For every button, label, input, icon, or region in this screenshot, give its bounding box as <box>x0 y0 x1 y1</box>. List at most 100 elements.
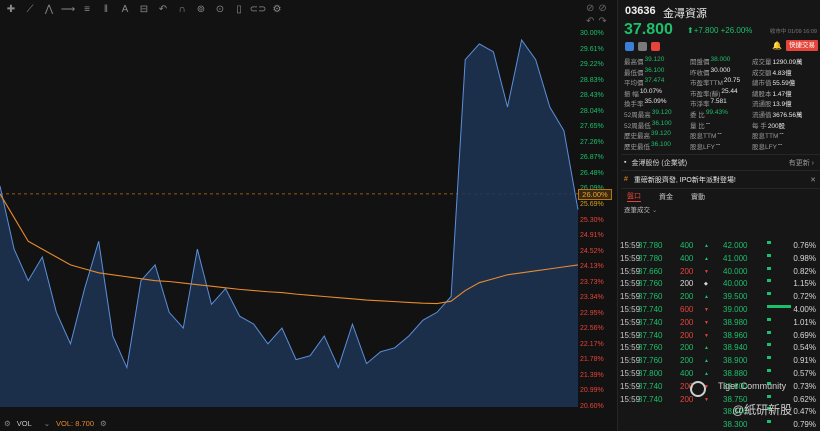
stat-label: 52周最高 <box>624 112 651 119</box>
y-tick-label: 21.39% <box>580 371 604 379</box>
fast-trade-button[interactable]: 快捷交易 <box>786 40 818 51</box>
tab-activity[interactable]: 實動 <box>691 192 705 202</box>
depth-price: 38.980 <box>723 317 748 327</box>
stat-label: 股息LFY <box>752 143 777 151</box>
trade-volume: 200 <box>680 279 694 289</box>
depth-row: 39.000 4.00% <box>720 304 820 317</box>
stat-value: 10.07% <box>639 87 662 95</box>
stat-cell: 總市值 55.59億 <box>752 77 795 87</box>
stat-cell: 流通值 3676.56萬 <box>752 109 803 119</box>
trade-price: 37.800 <box>638 368 663 378</box>
stat-cell: 流通股 13.9億 <box>752 98 792 108</box>
neutral-dot-icon: ◆ <box>704 281 708 288</box>
trade-volume: 200 <box>680 292 694 302</box>
stat-cell: 昨收價 30.000 <box>690 67 730 77</box>
depth-bar <box>767 279 771 283</box>
y-tick-label: 22.95% <box>580 309 604 317</box>
tab-capital[interactable]: 資金 <box>659 192 673 202</box>
price-chart-svg[interactable] <box>0 0 580 431</box>
stat-value: 13.9億 <box>772 101 792 109</box>
vol-value: VOL: 8.700 <box>56 418 94 428</box>
depth-percent: 0.72% <box>793 292 816 302</box>
stat-cell: 開盤價 38.000 <box>690 56 730 66</box>
depth-price: 38.940 <box>723 343 748 353</box>
news-banner[interactable]: # 重磅新股齊發, IPO新年派對登場! ✕ <box>621 170 820 188</box>
settings-small-icon[interactable]: ⚙ <box>4 419 11 428</box>
stat-value: 1290.09萬 <box>772 59 803 66</box>
stat-cell: 最低價 36.100 <box>624 67 664 77</box>
stat-cell: 最高價 39.120 <box>624 56 664 66</box>
arrow-up-icon: ▲ <box>704 255 709 262</box>
watermark: Tiger Community @紙研新股 <box>690 375 820 431</box>
depth-price: 38.900 <box>723 356 748 366</box>
stat-value: 3676.56萬 <box>772 112 803 119</box>
depth-percent: 0.69% <box>793 330 816 340</box>
depth-row: 42.000 0.76% <box>720 240 820 253</box>
trade-price: 37.740 <box>638 317 663 327</box>
stat-label: 股息TTM <box>690 133 717 141</box>
volume-legend: ⚙ VOL ⌄ VOL: 8.700 ⚙ <box>0 415 200 431</box>
trade-price: 37.760 <box>638 343 663 353</box>
depth-bar <box>767 356 771 360</box>
trade-row: 15:59 37.780 400 ▲ <box>618 240 724 253</box>
depth-bar <box>767 343 771 347</box>
stat-cell: 平均價 37.474 <box>624 77 664 87</box>
hash-icon: # <box>624 176 628 183</box>
y-tick-label: 30.00% <box>580 30 604 37</box>
stat-label: 成交額 <box>752 69 772 77</box>
intraday-chart-panel[interactable]: ✚ ⟋ ⋀ ⟶ ≡ ‖ A ⊟ ↶ ∩ ⊚ ⊙ ▯ ⊂⊃ ⚙ ⊘ ⊘ ↶ ↷ 3… <box>0 0 618 431</box>
market-badge-icon <box>625 42 634 51</box>
stat-value: 25.44 <box>721 87 738 95</box>
vol-expand-icon[interactable]: ⌄ <box>44 419 50 428</box>
y-tick-label: 22.17% <box>580 340 604 348</box>
y-tick-label: 29.22% <box>580 61 604 69</box>
stat-label: 市淨率 <box>690 101 710 109</box>
stock-code: 03636 <box>625 5 656 17</box>
y-tick-label: 29.61% <box>580 45 604 53</box>
stat-value: 99.43% <box>705 109 728 116</box>
trade-volume: 200 <box>680 266 694 276</box>
stat-value: 39.120 <box>644 56 665 63</box>
trade-volume: 400 <box>680 241 694 250</box>
y-tick-label: 23.34% <box>580 294 604 302</box>
y-tick-label: 24.13% <box>580 263 604 271</box>
depth-bar <box>767 368 771 372</box>
alert-bell-icon[interactable]: 🔔 <box>772 41 782 50</box>
y-tick-label: 27.26% <box>580 138 604 146</box>
price-change: ⬆+7.800 +26.00% <box>687 26 753 35</box>
stock-name: 金潯資源 <box>663 8 707 20</box>
company-icon: ▪ <box>624 159 627 166</box>
stat-value: 39.120 <box>651 109 672 116</box>
arrow-up-icon: ⬆ <box>687 26 694 35</box>
depth-percent: 4.00% <box>793 304 816 314</box>
depth-percent: 1.01% <box>793 317 816 327</box>
depth-bar <box>767 266 771 270</box>
favorite-badge-icon[interactable] <box>651 42 660 51</box>
company-row[interactable]: ▪ 金潯股份 (企業號) 有更新 › <box>621 154 820 170</box>
stat-value: 39.120 <box>651 130 671 138</box>
company-more: 有更新 › <box>788 159 814 167</box>
trade-price: 37.740 <box>638 304 663 314</box>
stat-cell: 股息LFY -- <box>690 141 720 151</box>
vol-settings-icon[interactable]: ⚙ <box>100 419 107 428</box>
trade-row: 15:59 37.760 200 ▲ <box>618 291 724 304</box>
stat-cell: 股息LFY -- <box>752 141 782 151</box>
stats-grid: 最高價 39.120 開盤價 38.000 成交量 1290.09萬 最低價 36.100 昨收… <box>621 56 820 154</box>
stat-label: 昨收價 <box>690 69 710 77</box>
arrow-down-icon: ▼ <box>704 306 709 313</box>
stat-value: -- <box>715 140 721 148</box>
trade-price: 37.740 <box>638 330 663 340</box>
depth-bar <box>767 317 771 321</box>
company-label: 金潯股份 (企業號) <box>631 159 688 167</box>
tab-orderbook[interactable]: 盤口 <box>627 191 641 202</box>
trade-row: 15:59 37.740 200 ▼ <box>618 317 724 330</box>
quote-header: 03636 金潯資源 <box>621 0 820 22</box>
trade-volume: 200 <box>680 343 694 353</box>
close-icon[interactable]: ✕ <box>810 176 816 184</box>
price-box: 37.800 ⬆+7.800 +26.00% 收市中 01/09 16:09 <box>621 21 820 40</box>
price-area-fill <box>0 39 578 407</box>
stat-value: 35.09% <box>644 98 667 106</box>
depth-percent: 0.54% <box>793 343 816 353</box>
y-tick-label: 28.04% <box>580 107 604 115</box>
stat-cell: 成交額 4.83億 <box>752 67 792 77</box>
